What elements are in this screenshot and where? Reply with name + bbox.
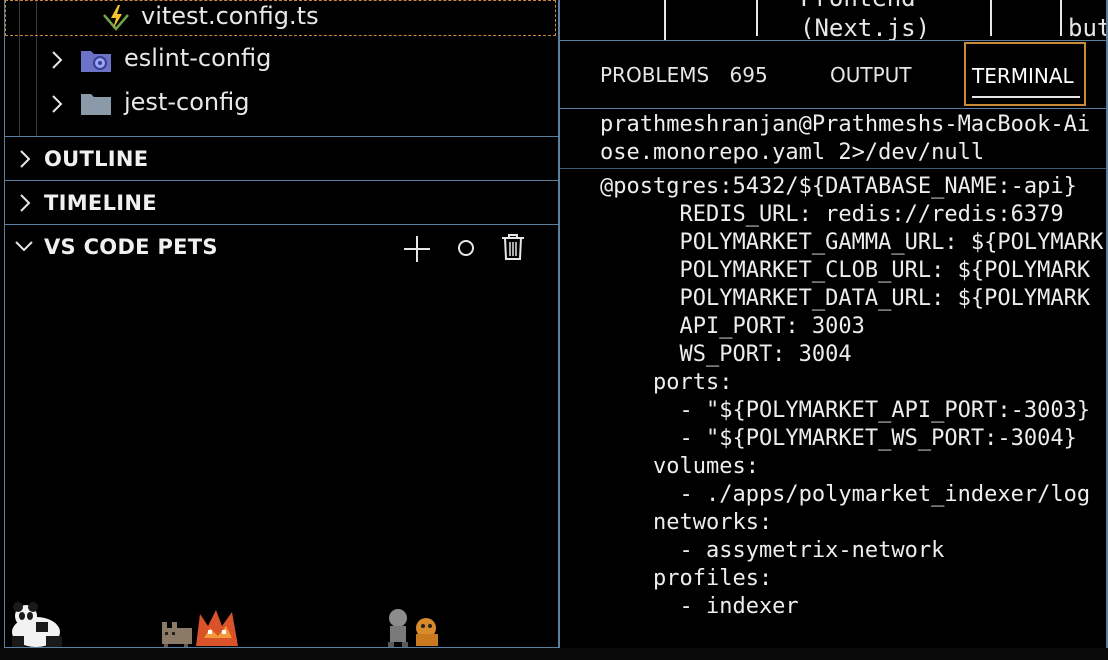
bottom-panel: PROBLEMS 695 OUTPUT TERMINAL prathmeshra…: [560, 40, 1108, 648]
panda-pet-icon[interactable]: [10, 602, 64, 648]
sidebar-left-border: [4, 0, 5, 648]
terminal-line: - ./apps/polymarket_indexer/log: [600, 482, 1091, 507]
gear-folder-icon: [81, 51, 111, 72]
terminal-line: @postgres:5432/${DATABASE_NAME:-api}: [600, 174, 1077, 199]
folder-row-eslint-config[interactable]: eslint-config: [40, 40, 556, 80]
preview-border: [1060, 0, 1062, 36]
panel-tabs-divider: [560, 108, 1108, 109]
chevron-right-icon: [20, 194, 31, 212]
outline-title: OUTLINE: [44, 147, 149, 171]
terminal-line: API_PORT: 3003: [600, 314, 865, 339]
vitest-icon: [103, 5, 129, 31]
active-tab-underline: [972, 96, 1080, 98]
preview-border: [990, 0, 992, 36]
terminal-line: WS_PORT: 3004: [600, 342, 852, 367]
tab-terminal-label: TERMINAL: [972, 64, 1074, 88]
editor-preview-strip: Frontend (Next.js) but: [560, 0, 1108, 40]
timeline-title: TIMELINE: [44, 191, 157, 215]
terminal-line: - "${POLYMARKET_API_PORT:-3003}: [600, 398, 1091, 423]
file-row-vitest-config[interactable]: vitest.config.ts: [5, 0, 556, 36]
terminal-line: - "${POLYMARKET_WS_PORT:-3004}: [600, 426, 1077, 451]
chevron-right-icon: [52, 51, 63, 69]
tab-problems[interactable]: PROBLEMS 695: [600, 40, 768, 106]
tab-terminal[interactable]: TERMINAL: [964, 42, 1086, 106]
terminal-line: REDIS_URL: redis://redis:6379: [600, 202, 1064, 227]
timeline-section-header[interactable]: TIMELINE: [4, 181, 558, 225]
preview-text: Frontend: [800, 0, 916, 12]
terminal-line: networks:: [600, 510, 773, 535]
circle-icon[interactable]: [455, 237, 477, 259]
chevron-right-icon: [52, 95, 63, 113]
fox-pet-icon[interactable]: [192, 608, 242, 648]
chevron-down-icon: [15, 241, 33, 252]
folder-row-jest-config[interactable]: jest-config: [40, 84, 556, 124]
terminal-line: ports:: [600, 370, 733, 395]
chevron-right-icon: [20, 150, 31, 168]
terminal-line: POLYMARKET_GAMMA_URL: ${POLYMARK: [600, 230, 1104, 255]
preview-border: [664, 0, 666, 40]
terminal-divider: [560, 168, 1108, 169]
trash-icon[interactable]: [500, 233, 526, 261]
terminal-prompt: prathmeshranjan@Prathmeshs-MacBook-Ai: [600, 112, 1091, 137]
terminal-line: profiles:: [600, 566, 773, 591]
preview-border: [756, 0, 758, 36]
tab-output[interactable]: OUTPUT: [830, 40, 912, 106]
terminal-line: POLYMARKET_DATA_URL: ${POLYMARK: [600, 286, 1091, 311]
terminal-view[interactable]: prathmeshranjan@Prathmeshs-MacBook-Ai os…: [560, 110, 1108, 648]
tab-problems-label: PROBLEMS: [600, 63, 710, 87]
terminal-line: - assymetrix-network: [600, 538, 945, 563]
preview-text: (Next.js): [800, 14, 931, 40]
status-bar: [0, 648, 1108, 660]
terminal-command: ose.monorepo.yaml 2>/dev/null: [600, 140, 985, 165]
tab-output-label: OUTPUT: [830, 63, 912, 87]
terminal-line: volumes:: [600, 454, 759, 479]
terminal-line: POLYMARKET_CLOB_URL: ${POLYMARK: [600, 258, 1091, 283]
file-label: vitest.config.ts: [141, 2, 319, 30]
monkey-pet-icon[interactable]: [384, 608, 442, 648]
outline-section-header[interactable]: OUTLINE: [4, 137, 558, 181]
explorer-sidebar: vitest.config.ts eslint-config jest-conf…: [0, 0, 558, 648]
terminal-line: - indexer: [600, 594, 799, 619]
problems-count-badge: 695: [729, 63, 768, 87]
cat-pet-icon[interactable]: [160, 620, 194, 648]
pets-title: VS CODE PETS: [44, 235, 218, 259]
folder-label: eslint-config: [124, 44, 272, 72]
plus-icon[interactable]: [402, 234, 432, 264]
folder-icon: [81, 94, 111, 115]
preview-text: but: [1068, 14, 1108, 40]
folder-label: jest-config: [124, 88, 250, 116]
